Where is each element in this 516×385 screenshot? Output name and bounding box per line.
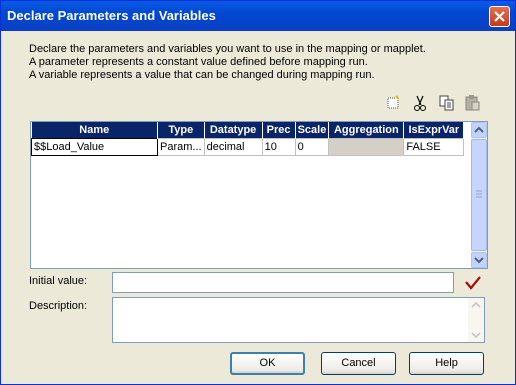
cut-icon[interactable]: [411, 94, 429, 112]
paste-icon: [464, 94, 482, 112]
window-title: Declare Parameters and Variables: [7, 8, 216, 23]
column-header-aggregation[interactable]: Aggregation: [328, 122, 405, 139]
column-header-scale[interactable]: Scale: [295, 122, 330, 139]
initial-value-label: Initial value:: [29, 275, 88, 287]
close-icon: [494, 11, 505, 22]
cell-isexprvar[interactable]: FALSE: [403, 138, 465, 156]
parameters-grid[interactable]: Name Type Datatype Prec Scale Aggregatio…: [30, 121, 488, 269]
checkmark-icon[interactable]: [464, 276, 482, 290]
grid-vertical-scrollbar[interactable]: [471, 122, 487, 268]
grip-icon: [476, 190, 482, 198]
instructions-line: A parameter represents a constant value …: [29, 56, 368, 68]
scroll-up-button[interactable]: [471, 122, 487, 138]
table-row[interactable]: $$Load_Value Param... decimal 10 0 FALSE: [31, 138, 465, 156]
cancel-button[interactable]: Cancel: [321, 352, 396, 375]
description-textarea[interactable]: [112, 297, 485, 343]
cell-type[interactable]: Param...: [157, 138, 205, 156]
initial-value-input[interactable]: [112, 272, 454, 293]
instructions-text: Declare the parameters and variables you…: [29, 43, 426, 82]
dialog-window: Declare Parameters and Variables Declare…: [0, 0, 516, 385]
chevron-down-icon: [474, 257, 484, 264]
cell-datatype[interactable]: decimal: [203, 138, 263, 156]
ok-button[interactable]: OK: [230, 352, 305, 375]
column-header-prec[interactable]: Prec: [262, 122, 296, 139]
scroll-thumb[interactable]: [471, 139, 487, 251]
title-bar[interactable]: Declare Parameters and Variables: [1, 1, 515, 31]
help-button[interactable]: Help: [409, 352, 484, 375]
column-header-type[interactable]: Type: [157, 122, 205, 139]
cell-prec[interactable]: 10: [261, 138, 296, 156]
cell-name[interactable]: $$Load_Value: [31, 138, 158, 156]
cell-scale[interactable]: 0: [294, 138, 330, 156]
column-header-isexprvar[interactable]: IsExprVar: [403, 122, 465, 139]
chevron-up-icon: [474, 126, 484, 133]
instructions-line: Declare the parameters and variables you…: [29, 43, 426, 55]
grid-header-row: Name Type Datatype Prec Scale Aggregatio…: [31, 122, 465, 139]
parameters-table: Name Type Datatype Prec Scale Aggregatio…: [31, 122, 465, 156]
new-icon[interactable]: [384, 94, 402, 112]
scroll-arrows-icon: [471, 301, 481, 339]
instructions-line: A variable represents a value that can b…: [29, 69, 375, 81]
column-header-name[interactable]: Name: [31, 122, 158, 139]
cell-aggregation: [328, 138, 405, 156]
description-label: Description:: [29, 300, 88, 312]
close-button[interactable]: [489, 6, 510, 27]
copy-icon[interactable]: [438, 94, 456, 112]
description-scrollbar[interactable]: [468, 298, 484, 342]
column-header-datatype[interactable]: Datatype: [204, 122, 263, 139]
scroll-down-button[interactable]: [471, 252, 487, 268]
